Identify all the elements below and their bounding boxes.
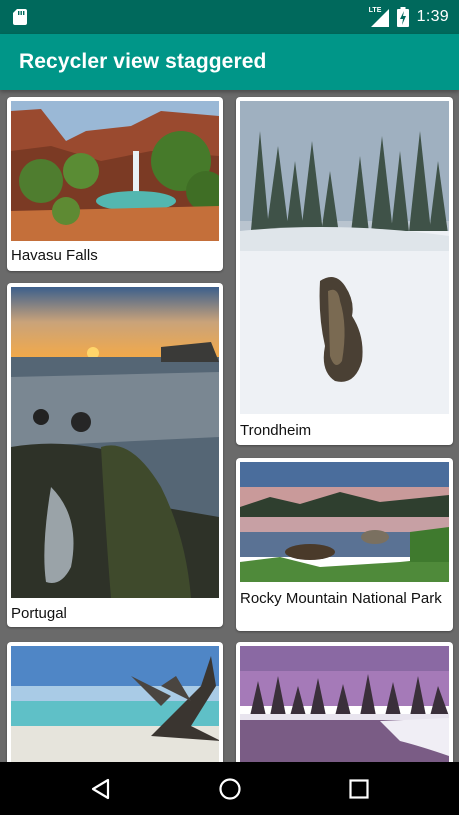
card-image (11, 101, 219, 241)
staggered-recycler-list[interactable]: Havasu Falls Trondheim Portugal Rocky Mo… (0, 92, 459, 762)
sd-card-icon (13, 9, 27, 25)
card-image (240, 646, 449, 762)
card-image (11, 646, 219, 762)
home-icon[interactable] (217, 776, 243, 802)
app-bar: Recycler view staggered (0, 34, 459, 90)
app-title: Recycler view staggered (19, 50, 267, 73)
card-rocky-mountain[interactable]: Rocky Mountain National Park (236, 458, 453, 631)
card-image (240, 462, 449, 582)
card-title: Portugal (11, 605, 67, 622)
recents-icon[interactable] (346, 776, 372, 802)
card-title: Trondheim (240, 422, 312, 439)
card-title: Havasu Falls (11, 247, 98, 264)
battery-charging-icon (396, 7, 409, 27)
card-winter-lake[interactable] (236, 642, 453, 762)
card-image (240, 101, 449, 414)
back-icon[interactable] (88, 776, 114, 802)
status-time: 1:39 (416, 8, 449, 25)
app-screen: LTE 1:39 Recycler view staggered Havasu … (0, 0, 459, 815)
card-title: Rocky Mountain National Park (240, 590, 442, 607)
card-beach[interactable] (7, 642, 223, 762)
card-image (11, 287, 219, 598)
card-portugal[interactable]: Portugal (7, 283, 223, 627)
status-bar: LTE 1:39 (0, 0, 459, 34)
card-havasu-falls[interactable]: Havasu Falls (7, 97, 223, 271)
navigation-bar (0, 762, 459, 815)
card-trondheim[interactable]: Trondheim (236, 97, 453, 445)
lte-signal-icon: LTE (369, 7, 389, 27)
